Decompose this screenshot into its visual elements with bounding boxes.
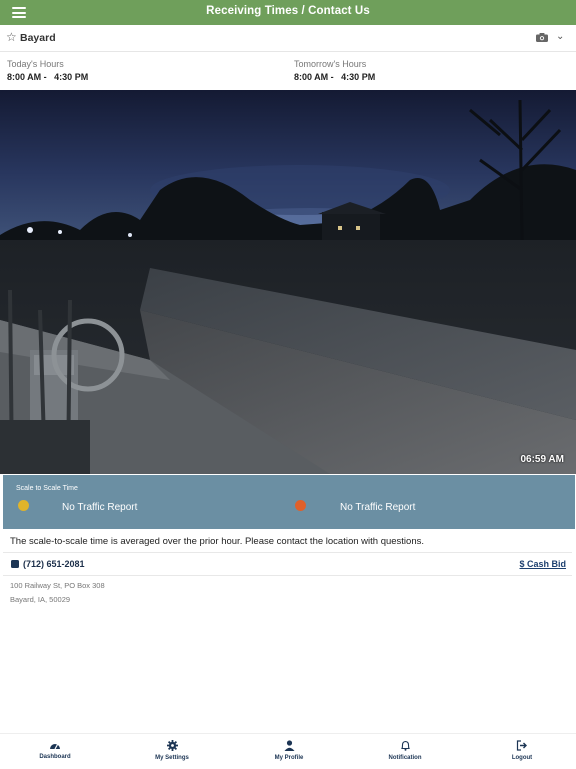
- todays-hours: Today's Hours 8:00 AM - 4:30 PM: [7, 59, 88, 82]
- cash-bid-link[interactable]: $ Cash Bid: [519, 559, 566, 569]
- todays-hours-value: 8:00 AM - 4:30 PM: [7, 72, 89, 82]
- tomorrows-hours: Tomorrow's Hours 8:00 AM - 4:30 PM: [294, 59, 375, 82]
- contact-row: (712) 651-2081 $ Cash Bid: [3, 552, 572, 576]
- traffic-status-yellow-icon: [18, 500, 29, 511]
- tomorrows-hours-label: Tomorrow's Hours: [294, 59, 367, 69]
- nav-label-dashboard: Dashboard: [39, 754, 71, 760]
- nav-label-notification: Notification: [388, 755, 422, 761]
- scale-time-notice: The scale-to-scale time is averaged over…: [10, 536, 424, 547]
- outbound-traffic-status: No Traffic Report: [340, 502, 416, 513]
- app-header: Receiving Times / Contact Us: [0, 0, 576, 25]
- nav-label-logout: Logout: [511, 755, 533, 761]
- tomorrows-hours-value: 8:00 AM - 4:30 PM: [294, 72, 376, 82]
- phone-icon[interactable]: [11, 560, 19, 568]
- nav-logout[interactable]: Logout: [482, 740, 562, 761]
- camera-feed-image: 06:59 AM: [0, 90, 576, 474]
- scale-time-panel: Scale to Scale Time No Traffic Report No…: [3, 475, 575, 529]
- person-icon: [284, 740, 294, 751]
- scale-panel-title: Scale to Scale Time: [16, 485, 78, 492]
- nav-dashboard[interactable]: Dashboard: [15, 740, 95, 760]
- bottom-navigation: Dashboard My Settings My Profile Notific…: [0, 733, 576, 769]
- traffic-status-orange-icon: [295, 500, 306, 511]
- camera-icon[interactable]: [536, 33, 548, 42]
- address-line-2: Bayard, IA, 50029: [10, 595, 71, 604]
- logout-icon: [516, 740, 527, 751]
- nav-notification[interactable]: Notification: [365, 740, 445, 761]
- page-title: Receiving Times / Contact Us: [206, 5, 370, 17]
- todays-hours-label: Today's Hours: [7, 59, 64, 69]
- camera-timestamp: 06:59 AM: [520, 454, 564, 465]
- location-name: Bayard: [20, 32, 56, 44]
- nav-my-profile[interactable]: My Profile: [249, 740, 329, 761]
- dashboard-icon: [50, 744, 60, 750]
- nav-my-settings[interactable]: My Settings: [132, 740, 212, 761]
- location-row: ☆ Bayard ⌄: [0, 25, 576, 52]
- inbound-traffic-status: No Traffic Report: [62, 502, 138, 513]
- bell-icon: [400, 740, 410, 751]
- nav-label-my-profile: My Profile: [274, 755, 304, 761]
- nav-label-my-settings: My Settings: [155, 755, 189, 761]
- address-line-1: 100 Railway St, PO Box 308: [10, 581, 105, 590]
- phone-number-link[interactable]: (712) 651-2081: [23, 559, 85, 569]
- star-favorite-icon[interactable]: ☆: [6, 30, 17, 44]
- gear-icon: [166, 740, 178, 751]
- chevron-down-icon[interactable]: ⌄: [556, 31, 564, 42]
